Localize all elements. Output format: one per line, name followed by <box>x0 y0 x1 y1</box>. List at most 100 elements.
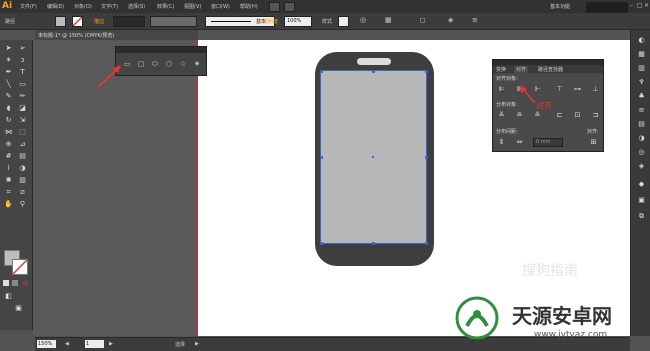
phone-speaker-shape[interactable] <box>357 58 391 65</box>
gradient-panel-icon[interactable]: ▤ <box>637 120 646 129</box>
anchor-point[interactable] <box>320 156 323 159</box>
next-artboard-icon[interactable]: ▶ <box>109 341 113 347</box>
polygon-shape-icon[interactable]: ⬡ <box>164 60 174 68</box>
links-panel-icon[interactable]: ⧉ <box>637 212 646 221</box>
color-mode-button[interactable] <box>3 280 9 286</box>
blend-tool-icon[interactable]: ◑ <box>18 164 27 173</box>
search-input[interactable] <box>586 2 628 13</box>
rounded-rectangle-shape-icon[interactable]: ▢ <box>136 60 146 68</box>
none-mode-button[interactable]: ⊘ <box>21 279 30 288</box>
close-button[interactable]: ✕ <box>643 2 650 10</box>
perspective-grid-icon[interactable]: ⊿ <box>18 140 27 149</box>
selection-tool-icon[interactable]: ➤ <box>4 44 13 53</box>
distribute-vertical-center-icon[interactable]: ≘ <box>515 111 524 119</box>
distribute-left-icon[interactable]: ⊏ <box>555 111 564 119</box>
align-bottom-icon[interactable]: ⊥ <box>591 85 600 93</box>
anchor-point[interactable] <box>320 242 323 245</box>
menu-window[interactable]: 窗口(W) <box>211 3 230 10</box>
eraser-tool-icon[interactable]: ◪ <box>18 104 27 113</box>
distribute-top-icon[interactable]: ≚ <box>497 111 506 119</box>
star-shape-icon[interactable]: ☆ <box>178 60 188 68</box>
column-graph-icon[interactable]: ▥ <box>18 176 27 185</box>
status-menu-icon[interactable]: ▶ <box>195 341 199 347</box>
anchor-point[interactable] <box>425 70 428 73</box>
first-artboard-icon[interactable]: ◀ <box>65 341 69 347</box>
fill-color-swatch[interactable] <box>55 16 66 27</box>
color-guide-icon[interactable]: ▦ <box>637 50 646 59</box>
isolate-icon[interactable]: ◈ <box>448 16 453 24</box>
tab-align[interactable]: 对齐 <box>514 66 529 73</box>
recolor-icon[interactable]: ◎ <box>360 16 366 24</box>
distribute-bottom-icon[interactable]: ≙ <box>533 111 542 119</box>
bridge-button[interactable] <box>269 2 280 12</box>
menu-help[interactable]: 帮助(H) <box>240 3 258 10</box>
align-to-selection-icon[interactable]: ⊞ <box>589 138 598 146</box>
stroke-swatch[interactable] <box>12 259 28 275</box>
tab-transform[interactable]: 变换 <box>496 66 506 73</box>
anchor-point[interactable] <box>425 242 428 245</box>
line-tool-icon[interactable]: ╲ <box>4 80 13 89</box>
panel-header[interactable] <box>116 47 206 53</box>
transparency-panel-icon[interactable]: ◑ <box>637 134 646 143</box>
variable-width-select[interactable] <box>150 16 197 27</box>
align-left-icon[interactable]: ⊫ <box>497 85 506 93</box>
gradient-mode-button[interactable] <box>12 280 18 286</box>
type-tool-icon[interactable]: T <box>18 68 27 77</box>
symbol-sprayer-icon[interactable]: ✺ <box>4 176 13 185</box>
swatches-panel-icon[interactable]: ▥ <box>637 64 646 73</box>
slice-tool-icon[interactable]: ⧄ <box>18 188 27 197</box>
width-tool-icon[interactable]: ⋈ <box>4 128 13 137</box>
flare-shape-icon[interactable]: ✷ <box>192 60 202 68</box>
minimize-button[interactable]: – <box>628 2 635 10</box>
opacity-input[interactable]: 100% <box>284 16 312 27</box>
stroke-weight-input[interactable] <box>113 16 145 27</box>
align-top-icon[interactable]: ⊤ <box>555 85 564 93</box>
pen-tool-icon[interactable]: ✒ <box>4 68 13 77</box>
align-options-icon[interactable]: ▦ <box>385 16 392 24</box>
color-panel-icon[interactable]: ◐ <box>637 36 646 45</box>
menu-edit[interactable]: 编辑(E) <box>47 3 64 10</box>
maximize-button[interactable]: □ <box>636 2 643 10</box>
scale-tool-icon[interactable]: ⇲ <box>18 116 27 125</box>
direct-selection-tool-icon[interactable]: ➢ <box>18 44 27 53</box>
brushes-panel-icon[interactable]: ♆ <box>637 78 646 87</box>
blob-brush-icon[interactable]: ◖ <box>4 104 13 113</box>
graphic-style-swatch[interactable] <box>338 16 349 27</box>
tab-pathfinder[interactable]: 路径查找器 <box>538 66 563 73</box>
control-menu-icon[interactable]: ≡ <box>472 16 478 24</box>
stroke-label[interactable]: 描边 <box>94 18 104 25</box>
draw-normal-icon[interactable]: ◧ <box>4 292 13 301</box>
zoom-select[interactable]: 150% <box>37 340 56 348</box>
ellipse-shape-icon[interactable]: ⬭ <box>150 60 160 68</box>
rotate-tool-icon[interactable]: ↻ <box>4 116 13 125</box>
menu-select[interactable]: 选择(S) <box>128 3 145 10</box>
anchor-point[interactable] <box>372 242 375 245</box>
magic-wand-icon[interactable]: ✶ <box>4 56 13 65</box>
align-vertical-center-icon[interactable]: ⊶ <box>573 85 582 93</box>
anchor-point[interactable] <box>372 70 375 73</box>
gradient-tool-icon[interactable]: ▤ <box>18 152 27 161</box>
document-tab[interactable]: 未标题-1* @ 150% (CMYK/预览) <box>35 30 198 40</box>
zoom-tool-icon[interactable]: ⚲ <box>18 200 27 209</box>
mesh-tool-icon[interactable]: # <box>4 152 13 161</box>
artboard-tool-icon[interactable]: ⌗ <box>4 188 13 197</box>
opacity-label[interactable]: 不透明度 <box>258 18 278 25</box>
distribute-horizontal-center-icon[interactable]: ⊡ <box>573 111 582 119</box>
hand-tool-icon[interactable]: ✋ <box>4 200 13 209</box>
artboard-number-input[interactable]: 1 <box>85 340 104 348</box>
workspace-switcher[interactable]: 基本功能 <box>550 3 570 10</box>
layers-panel-icon[interactable]: ◆ <box>637 180 646 189</box>
distribute-right-icon[interactable]: ⊐ <box>591 111 600 119</box>
rectangle-tool-icon[interactable]: ▭ <box>18 80 27 89</box>
appearance-panel-icon[interactable]: ◎ <box>637 148 646 157</box>
shape-builder-icon[interactable]: ⊕ <box>4 140 13 149</box>
eyedropper-tool-icon[interactable]: ⌇ <box>4 164 13 173</box>
vertical-spacing-icon[interactable]: ⇕ <box>497 138 506 146</box>
stroke-panel-icon[interactable]: ≡ <box>637 106 646 115</box>
artboards-panel-icon[interactable]: ▣ <box>637 196 646 205</box>
menu-text[interactable]: 文字(T) <box>101 3 118 10</box>
arrange-documents-button[interactable] <box>284 2 295 12</box>
menu-object[interactable]: 对象(O) <box>74 3 92 10</box>
spacing-input[interactable]: 0 mm <box>533 138 563 147</box>
graphic-styles-icon[interactable]: ◈ <box>637 162 646 171</box>
